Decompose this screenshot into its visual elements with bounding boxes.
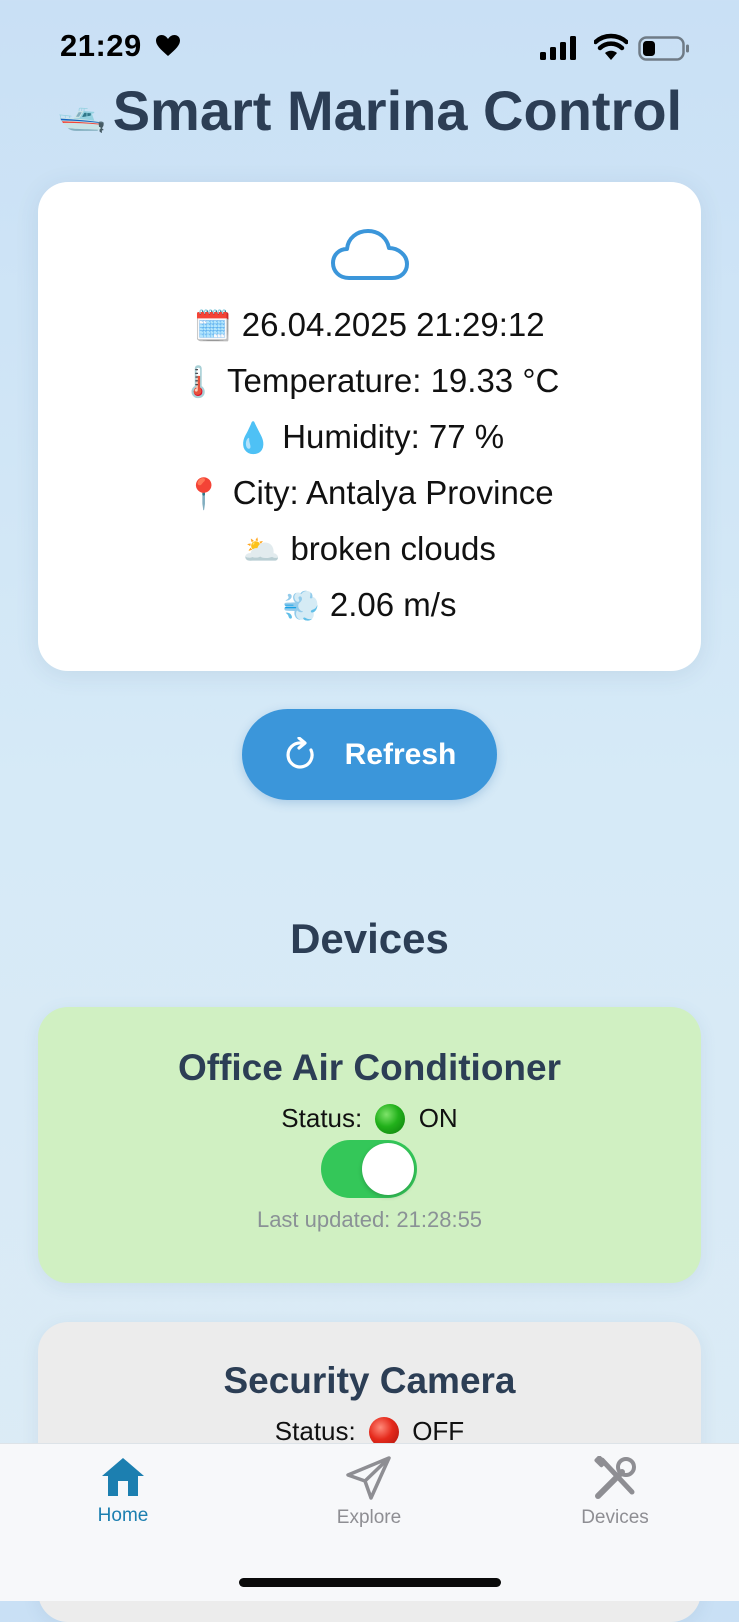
datetime-text: 26.04.2025 21:29:12 (241, 306, 545, 343)
devices-section-title: Devices (290, 915, 449, 962)
cloud-icon (331, 229, 409, 280)
wind-icon: 💨 (282, 590, 320, 623)
pin-icon: 📍 (185, 478, 223, 511)
tab-explore-label: Explore (336, 1507, 402, 1528)
weather-wind: 💨 2.06 m/s (38, 586, 701, 624)
description-text: broken clouds (290, 530, 496, 567)
refresh-button[interactable]: Refresh (242, 709, 497, 800)
status-value: ON (418, 1103, 458, 1133)
device-name: Security Camera (223, 1360, 516, 1401)
home-indicator (239, 1578, 501, 1587)
status-prefix: Status: (281, 1103, 363, 1133)
wifi-icon (594, 33, 628, 60)
city-text: City: Antalya Province (232, 474, 554, 511)
calendar-icon: 🗓️ (194, 310, 232, 343)
device-name: Office Air Conditioner (177, 1047, 562, 1088)
refresh-label: Refresh (344, 737, 457, 771)
time-text: 21:29 (60, 28, 142, 63)
tab-home-label: Home (97, 1505, 149, 1526)
status-prefix: Status: (274, 1416, 356, 1446)
last-updated: Last updated: 21:28:55 (256, 1207, 483, 1232)
green-circle-icon (375, 1104, 406, 1134)
status-value: OFF (412, 1416, 465, 1446)
wind-text: 2.06 m/s (329, 586, 457, 623)
weather-temperature: 🌡️ Temperature: 19.33 °C (38, 362, 701, 400)
signal-icon (540, 36, 576, 60)
status-time: 21:29 (60, 28, 181, 64)
humidity-text: Humidity: 77 % (282, 418, 505, 455)
thermometer-icon: 🌡️ (179, 366, 217, 399)
tools-icon (594, 1455, 636, 1499)
toggle-knob (362, 1143, 414, 1195)
weather-datetime: 🗓️ 26.04.2025 21:29:12 (38, 306, 701, 344)
refresh-icon (286, 736, 314, 769)
home-icon (102, 1458, 144, 1496)
heart-icon (155, 35, 180, 56)
tab-devices-label: Devices (581, 1507, 649, 1528)
boat-icon: 🛥️ (56, 89, 107, 133)
weather-card: 🗓️ 26.04.2025 21:29:12 🌡️ Temperature: 19.… (38, 182, 701, 671)
droplet-icon: 💧 (234, 422, 273, 455)
status-bar: 21:29 (0, 0, 739, 90)
paper-plane-icon (346, 1456, 391, 1500)
weather-humidity: 💧 Humidity: 77 % (38, 418, 701, 456)
tab-explore[interactable]: Explore (289, 1456, 449, 1529)
sun-behind-cloud-icon: 🌥️ (243, 534, 281, 567)
app-title-text: Smart Marina Control (112, 79, 683, 142)
tab-devices[interactable]: Devices (535, 1455, 695, 1529)
tab-home[interactable]: Home (43, 1456, 203, 1527)
temperature-text: Temperature: 19.33 °C (226, 362, 560, 399)
device-card-air-conditioner: Office Air Conditioner Status: ON Last u… (38, 1007, 701, 1283)
app-title: 🛥️ Smart Marina Control (0, 78, 739, 143)
power-toggle[interactable] (321, 1140, 417, 1198)
weather-city: 📍 City: Antalya Province (38, 474, 701, 512)
weather-description: 🌥️ broken clouds (38, 530, 701, 568)
device-status: Status: ON (38, 1103, 701, 1134)
battery-icon (638, 36, 689, 61)
